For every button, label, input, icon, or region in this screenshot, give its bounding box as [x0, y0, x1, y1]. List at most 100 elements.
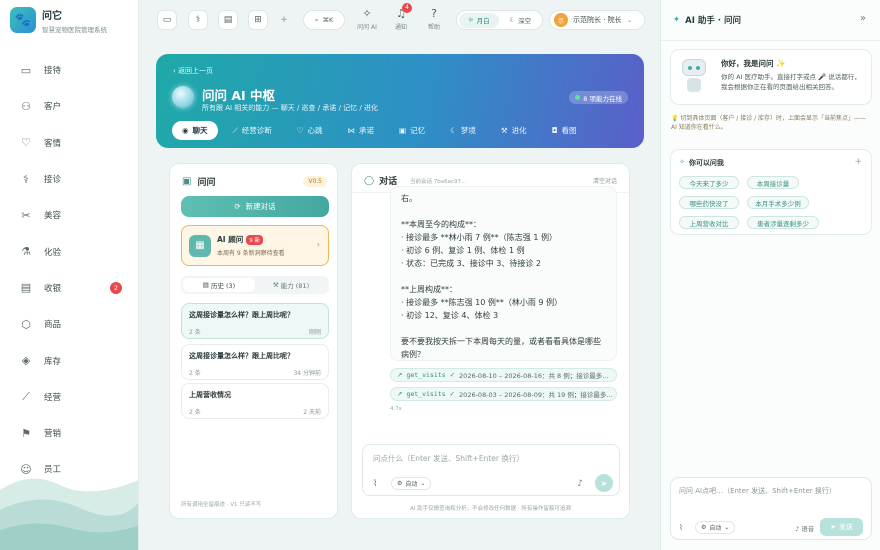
assistant-input[interactable]: 问问 AI点吧…（Enter 发送、Shift+Enter 换行） ⌇ ⚙ 自动 ⌄…	[670, 477, 872, 540]
help-button[interactable]: ? 帮助	[422, 8, 446, 31]
greeting-title: 你好，我是问问 ✨	[721, 59, 786, 68]
robot-icon	[681, 59, 707, 95]
suggestion-chip[interactable]: 患者涉量逐剩多少	[747, 216, 819, 229]
search-button[interactable]: ⌕ ⌘K	[303, 10, 345, 30]
reception-shortcut-button[interactable]: ▭	[157, 10, 177, 30]
brand[interactable]: 🐾 问它 智慧宠物医院管理系统	[0, 0, 138, 40]
status-badge: 8 项能力在线	[569, 91, 628, 104]
stethoscope-icon: ⚕	[195, 15, 201, 25]
collapse-icon[interactable]: »	[860, 13, 866, 24]
tab-label: 梦境	[460, 126, 476, 135]
chevron-down-icon: ⌄	[724, 524, 730, 531]
focus-tip: 💡 切到具体页面（客户 / 接诊 / 库存）时，上面会显示「当前焦点」—— AI…	[671, 115, 867, 131]
gift-shortcut-button[interactable]: ⊞	[248, 10, 268, 30]
mode-select[interactable]: ⚙ 自动 ⌄	[695, 521, 736, 534]
voice-button[interactable]: ♪ 语音	[795, 523, 814, 533]
theme-switch: ☼ 月白 ☾ 深空	[456, 10, 543, 30]
tab-diagnosis[interactable]: ⟋ 经营诊断	[223, 121, 282, 140]
chat-input[interactable]: 问点什么（Enter 发送、Shift+Enter 换行） ⌇ ⚙ 自动 ⌄ ♪ ➤	[362, 444, 620, 496]
tab-promise[interactable]: ⋈ 承诺	[338, 121, 385, 140]
add-shortcut-button[interactable]: +	[274, 10, 294, 30]
check-icon: ✓	[449, 371, 456, 379]
receipt-icon: ▤	[223, 15, 233, 25]
attach-icon[interactable]: ⌇	[679, 523, 683, 532]
voice-label: 语音	[801, 525, 815, 533]
sidebar-item-lab[interactable]: ⚗ 化验	[0, 233, 138, 269]
tab-chat[interactable]: ◉ 聊天	[172, 121, 218, 140]
sidebar-landscape	[0, 478, 138, 550]
send-button[interactable]: ➤	[595, 474, 613, 492]
suggestion-chip[interactable]: 本月手术多少例	[747, 196, 809, 209]
conversation-title: 这周接诊量怎么样？跟上周比呢？	[189, 311, 294, 319]
notify-button[interactable]: ♫ 4 通知	[389, 3, 413, 31]
stethoscope-icon: ⚕	[23, 172, 29, 186]
tool-call[interactable]: ↗ get_visits ✓ 2026-08-10 – 2026-08-16：共 8 …	[390, 368, 617, 382]
cashier-badge: 2	[110, 281, 122, 294]
suggestion-chip[interactable]: 哪些药快没了	[679, 196, 739, 209]
robot-icon: ▣	[182, 176, 192, 187]
list-item[interactable]: 上周营收情况 2 条 2 天前	[181, 383, 329, 419]
gift-icon: ⊞	[254, 15, 262, 25]
mode-select[interactable]: ⚙ 自动 ⌄	[391, 477, 432, 490]
sidebar-item-business[interactable]: ⟋ 经营	[0, 379, 138, 415]
back-link[interactable]: ‹ 返回上一页	[173, 66, 213, 76]
moon-icon: ☾	[509, 16, 516, 24]
suggestion-chip[interactable]: 上周营收对比	[679, 216, 739, 229]
clear-chat-button[interactable]: 清空对话	[593, 176, 617, 185]
tab-history[interactable]: ▤ 历史 (3)	[183, 278, 255, 292]
sidebar-item-relations[interactable]: ♡ 客情	[0, 125, 138, 161]
cashier-shortcut-button[interactable]: ▤	[218, 10, 238, 30]
tool-name: get_visits	[406, 390, 446, 398]
heart-icon: ♡	[296, 126, 304, 135]
tool-call[interactable]: ↗ get_visits ✓ 2026-08-03 – 2026-08-09：共 19…	[390, 387, 617, 401]
chevron-down-icon: ⌄	[626, 16, 633, 24]
ai-advisor-card[interactable]: ▦ AI 顾问 9 新 本周有 9 条新洞察待查看 ›	[181, 225, 329, 266]
tab-history-label: 历史 (3)	[210, 282, 236, 290]
tool-icon: ↗	[397, 390, 403, 398]
assistant-send-button[interactable]: ➤ 发送	[820, 518, 863, 536]
tool-result: 2026-08-03 – 2026-08-09：共 19 例；接诊最多…	[459, 391, 613, 399]
new-chat-button[interactable]: ⟳ 新建对话	[181, 196, 329, 217]
suggestion-chip[interactable]: 本周接诊量	[747, 176, 799, 189]
card-icon: ▭	[162, 15, 172, 25]
sidebar-item-goods[interactable]: ⬡ 商品	[0, 306, 138, 342]
consult-shortcut-button[interactable]: ⚕	[188, 10, 208, 30]
advisor-icon: ▦	[189, 234, 211, 257]
help-icon: ?	[431, 7, 437, 20]
sidebar-item-reception[interactable]: ▭ 接待	[0, 52, 138, 88]
tab-dream[interactable]: ☾ 梦境	[440, 121, 486, 140]
mic-icon: ♪	[795, 525, 800, 533]
tab-memory[interactable]: ▣ 记忆	[389, 121, 435, 140]
conversation-panel: ▣ 问问 V0.5 ⟳ 新建对话 ▦ AI 顾问 9 新 本周有 9 条新洞察待查看 …	[169, 163, 338, 519]
stack-icon: ◈	[21, 354, 31, 368]
tool-name: get_visits	[406, 371, 446, 379]
theme-light-button[interactable]: ☼ 月白	[459, 12, 499, 28]
assistant-message: 右。 **本周至今的构成**： · 接诊最多 **林小雨 7 例**（陈志强 1…	[390, 186, 617, 361]
list-item[interactable]: 这周接诊量怎么样？跟上周比呢？ 2 条 34 分钟前	[181, 344, 329, 380]
tab-label: 心跳	[307, 126, 323, 135]
tab-evolve[interactable]: ⚒ 进化	[491, 121, 537, 140]
sidebar-item-cashier[interactable]: ▤ 收银 2	[0, 270, 138, 306]
memory-icon: ▣	[399, 126, 407, 135]
heart-icon: ♡	[21, 136, 31, 150]
sidebar-item-consult[interactable]: ⚕ 接诊	[0, 161, 138, 197]
user-menu[interactable]: 示 示范院长 · 院长 ⌄	[549, 10, 645, 30]
attach-icon[interactable]: ⌇	[373, 479, 377, 489]
list-item[interactable]: 这周接诊量怎么样？跟上周比呢？ 2 条 刚刚	[181, 303, 329, 339]
sidebar-item-inventory[interactable]: ◈ 库存	[0, 342, 138, 378]
tab-vision[interactable]: ◘ 看图	[542, 121, 587, 140]
sidebar-item-label: 客情	[44, 138, 62, 149]
mic-icon[interactable]: ♪	[577, 479, 583, 489]
tab-label: 承诺	[359, 126, 375, 135]
mode-label: 自动	[405, 481, 418, 488]
tab-heartbeat[interactable]: ♡ 心跳	[287, 121, 333, 140]
sidebar-item-grooming[interactable]: ✂ 美容	[0, 197, 138, 233]
theme-dark-button[interactable]: ☾ 深空	[501, 13, 541, 28]
scissors-icon: ✂	[21, 208, 31, 222]
brand-name: 问它	[42, 10, 62, 22]
tab-skills[interactable]: ⚒ 能力 (81)	[255, 278, 327, 292]
suggestion-chip[interactable]: 今天来了多少	[679, 176, 739, 189]
ask-ai-button[interactable]: ✧ 问问 AI	[355, 8, 379, 31]
plus-icon[interactable]: +	[854, 157, 862, 167]
sidebar-item-customers[interactable]: ⚇ 客户	[0, 88, 138, 124]
